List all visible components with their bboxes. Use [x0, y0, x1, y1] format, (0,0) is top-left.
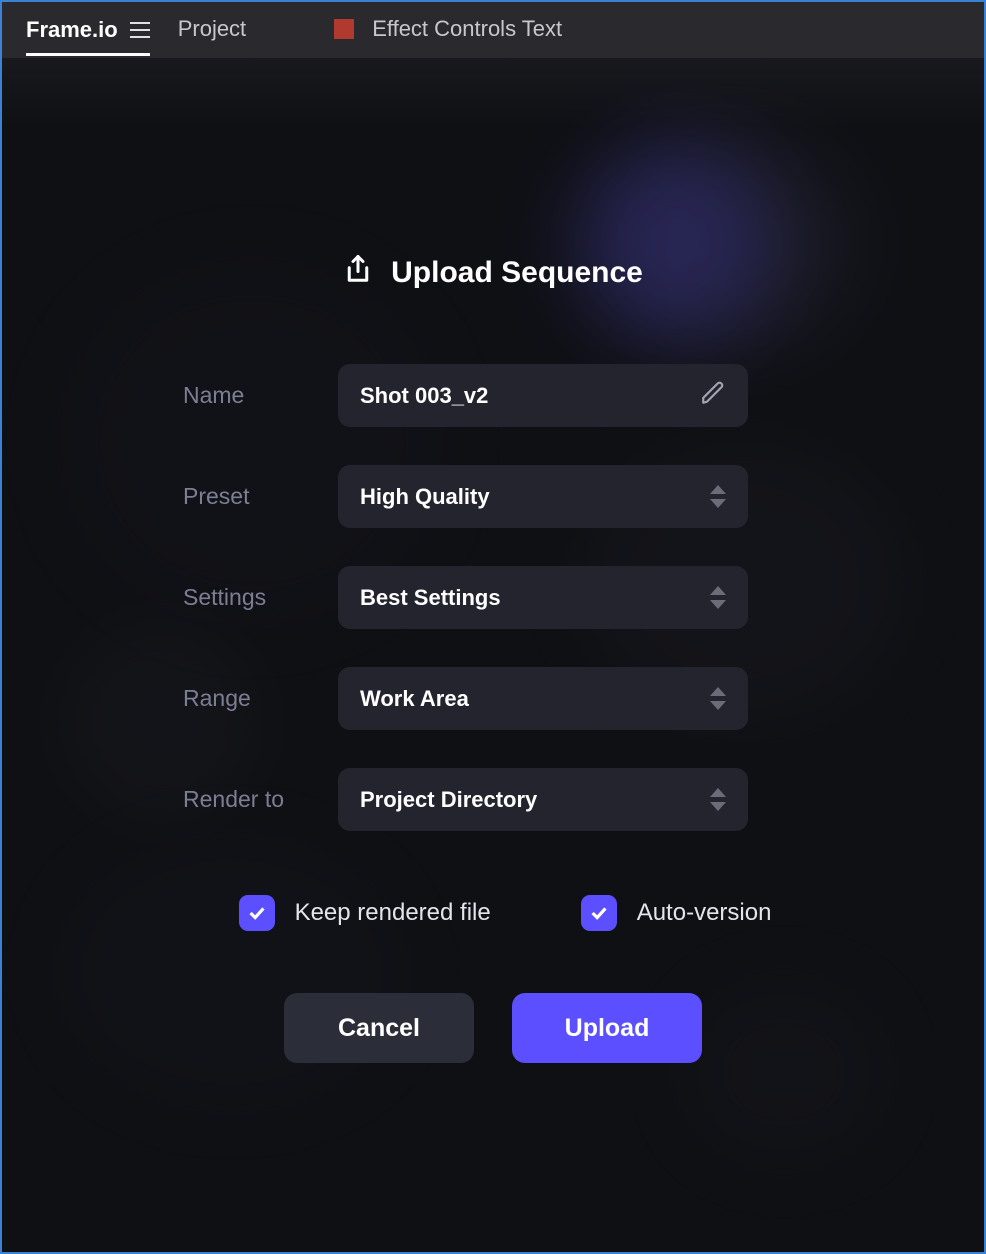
dialog-title: Upload Sequence — [343, 252, 643, 294]
preset-value: High Quality — [360, 484, 490, 510]
checkbox-icon — [581, 895, 617, 931]
settings-select[interactable]: Best Settings — [338, 566, 748, 629]
edit-icon[interactable] — [700, 380, 726, 412]
range-value: Work Area — [360, 686, 469, 712]
row-preset: Preset High Quality — [103, 465, 883, 528]
cancel-button[interactable]: Cancel — [284, 993, 474, 1063]
checkbox-icon — [239, 895, 275, 931]
row-range: Range Work Area — [103, 667, 883, 730]
tab-project[interactable]: Project — [178, 16, 246, 44]
label-settings: Settings — [183, 584, 338, 611]
keep-rendered-file-label: Keep rendered file — [295, 899, 491, 927]
stepper-icon — [710, 586, 726, 609]
upload-sequence-dialog: Upload Sequence Name Shot 003_v2 Preset … — [103, 252, 883, 1063]
range-select[interactable]: Work Area — [338, 667, 748, 730]
label-preset: Preset — [183, 483, 338, 510]
render-to-select[interactable]: Project Directory — [338, 768, 748, 831]
auto-version-label: Auto-version — [637, 899, 772, 927]
settings-value: Best Settings — [360, 585, 501, 611]
auto-version-checkbox[interactable]: Auto-version — [581, 895, 772, 931]
label-render-to: Render to — [183, 786, 338, 813]
stepper-icon — [710, 485, 726, 508]
name-value: Shot 003_v2 — [360, 383, 488, 409]
tab-project-label: Project — [178, 16, 246, 42]
stepper-icon — [710, 687, 726, 710]
keep-rendered-file-checkbox[interactable]: Keep rendered file — [239, 895, 491, 931]
label-name: Name — [183, 382, 338, 409]
stepper-icon — [710, 788, 726, 811]
button-row: Cancel Upload — [103, 993, 883, 1063]
upload-button[interactable]: Upload — [512, 993, 702, 1063]
dialog-title-text: Upload Sequence — [391, 256, 643, 290]
label-range: Range — [183, 685, 338, 712]
preset-select[interactable]: High Quality — [338, 465, 748, 528]
row-settings: Settings Best Settings — [103, 566, 883, 629]
record-icon — [334, 19, 354, 39]
hamburger-icon[interactable] — [130, 22, 150, 38]
tab-effect-controls[interactable]: Effect Controls Text — [334, 16, 562, 44]
tab-frameio-label: Frame.io — [26, 17, 118, 43]
render-to-value: Project Directory — [360, 787, 537, 813]
tab-effect-controls-label: Effect Controls Text — [372, 16, 562, 42]
name-field[interactable]: Shot 003_v2 — [338, 364, 748, 427]
topbar: Frame.io Project Effect Controls Text — [2, 2, 984, 58]
upload-icon — [343, 252, 373, 294]
tab-frameio[interactable]: Frame.io — [26, 17, 150, 56]
checkbox-row: Keep rendered file Auto-version — [103, 895, 883, 931]
row-render-to: Render to Project Directory — [103, 768, 883, 831]
row-name: Name Shot 003_v2 — [103, 364, 883, 427]
